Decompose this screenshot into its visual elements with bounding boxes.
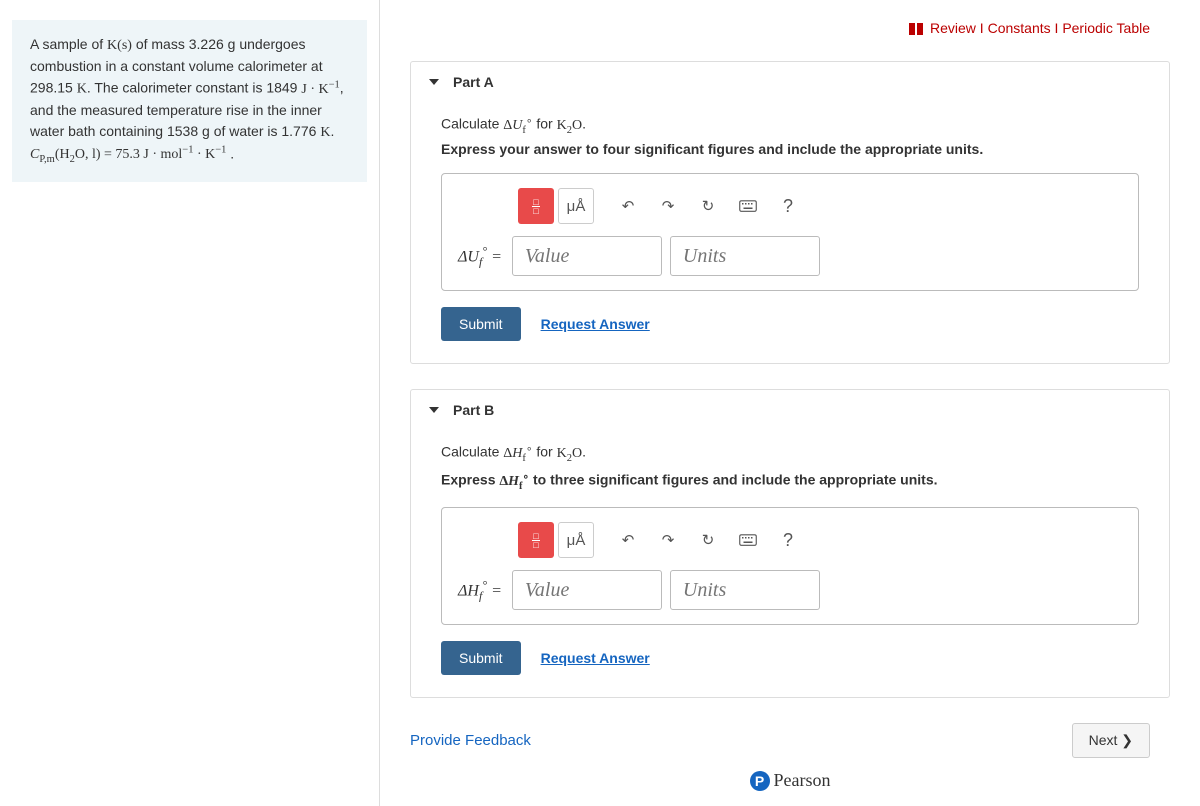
reset-button[interactable]: ↻	[690, 188, 726, 224]
value-input-b[interactable]	[512, 570, 662, 610]
answer-box-a: □□ μÅ ↶ ↷ ↻ ? ΔUf° =	[441, 173, 1139, 291]
units-input-b[interactable]	[670, 570, 820, 610]
help-button[interactable]: ?	[770, 188, 806, 224]
problem-statement: A sample of K(s) of mass 3.226 g undergo…	[12, 20, 367, 182]
template-button[interactable]: □□	[518, 188, 554, 224]
request-answer-b[interactable]: Request Answer	[541, 650, 650, 666]
book-icon	[909, 23, 923, 35]
value-input-a[interactable]	[512, 236, 662, 276]
undo-button[interactable]: ↶	[610, 522, 646, 558]
part-b: Part B Calculate ΔHf∘ for K2O. Express Δ…	[410, 389, 1170, 698]
units-input-a[interactable]	[670, 236, 820, 276]
part-b-title: Part B	[453, 402, 494, 418]
part-a-prompt: Calculate ΔUf∘ for K2O.	[441, 114, 1139, 135]
units-angstrom-button[interactable]: μÅ	[558, 522, 594, 558]
part-b-prompt: Calculate ΔHf∘ for K2O.	[441, 442, 1139, 463]
main-content: Review I Constants I Periodic Table Part…	[380, 0, 1200, 806]
units-angstrom-button[interactable]: μÅ	[558, 188, 594, 224]
part-b-header: Part B	[411, 390, 1169, 430]
toolbar-a: □□ μÅ ↶ ↷ ↻ ?	[518, 188, 1122, 224]
periodic-table-link[interactable]: Periodic Table	[1062, 20, 1150, 36]
redo-button[interactable]: ↷	[650, 188, 686, 224]
submit-button-b[interactable]: Submit	[441, 641, 521, 675]
part-a-header: Part A	[411, 62, 1169, 102]
problem-sidebar: A sample of K(s) of mass 3.226 g undergo…	[0, 0, 380, 806]
template-button[interactable]: □□	[518, 522, 554, 558]
keyboard-icon	[739, 197, 757, 215]
collapse-icon[interactable]	[429, 79, 439, 85]
submit-button-a[interactable]: Submit	[441, 307, 521, 341]
keyboard-button[interactable]	[730, 188, 766, 224]
help-button[interactable]: ?	[770, 522, 806, 558]
top-links: Review I Constants I Periodic Table	[410, 20, 1170, 36]
part-b-hint: Express ΔHf∘ to three significant figure…	[441, 470, 1139, 491]
keyboard-icon	[739, 531, 757, 549]
toolbar-b: □□ μÅ ↶ ↷ ↻ ?	[518, 522, 1122, 558]
reset-button[interactable]: ↻	[690, 522, 726, 558]
undo-button[interactable]: ↶	[610, 188, 646, 224]
part-a: Part A Calculate ΔUf∘ for K2O. Express y…	[410, 61, 1170, 364]
collapse-icon[interactable]	[429, 407, 439, 413]
next-button[interactable]: Next ❯	[1072, 723, 1150, 758]
pearson-logo: PPearson	[410, 770, 1170, 791]
part-a-hint: Express your answer to four significant …	[441, 141, 1139, 157]
keyboard-button[interactable]	[730, 522, 766, 558]
constants-link[interactable]: Constants	[988, 20, 1051, 36]
var-label-a: ΔUf° =	[458, 244, 512, 270]
var-label-b: ΔHf° =	[458, 578, 512, 604]
part-a-title: Part A	[453, 74, 494, 90]
review-link[interactable]: Review	[930, 20, 976, 36]
redo-button[interactable]: ↷	[650, 522, 686, 558]
provide-feedback-link[interactable]: Provide Feedback	[410, 732, 531, 749]
request-answer-a[interactable]: Request Answer	[541, 316, 650, 332]
pearson-icon: P	[750, 771, 770, 791]
answer-box-b: □□ μÅ ↶ ↷ ↻ ? ΔHf° =	[441, 507, 1139, 625]
